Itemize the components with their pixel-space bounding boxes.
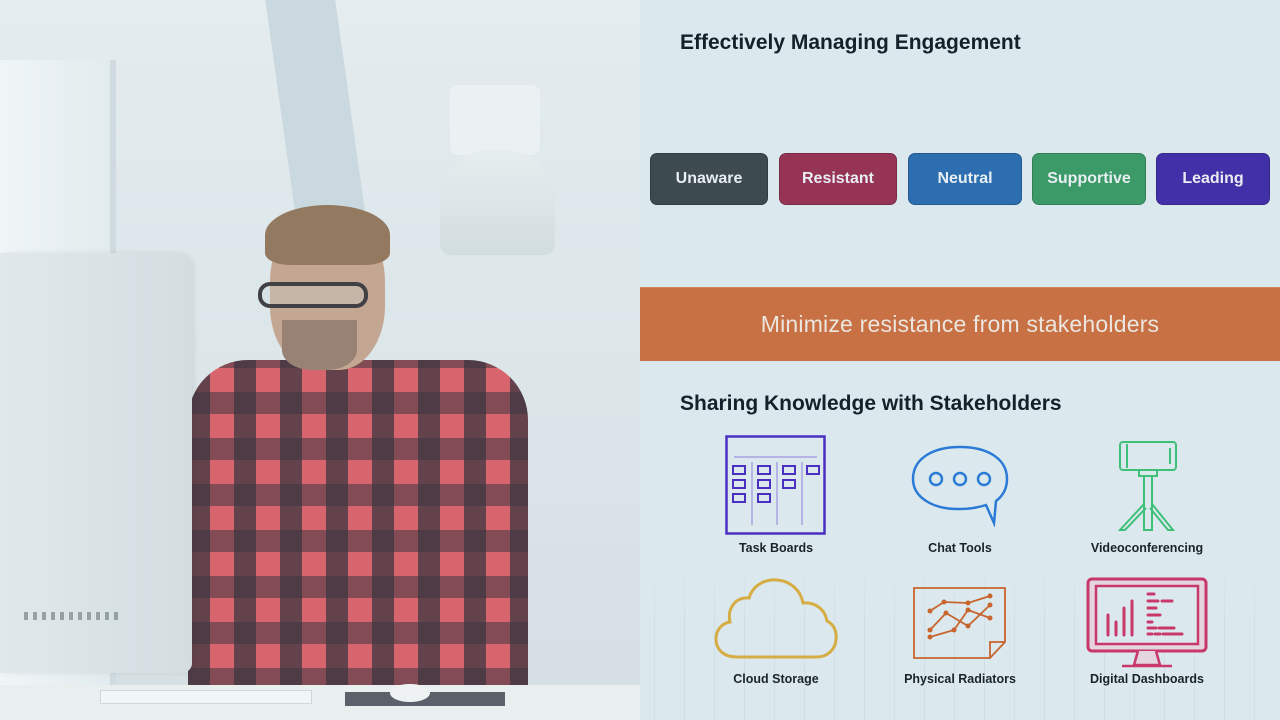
key-message-banner: Minimize resistance from stakeholders	[640, 287, 1280, 361]
chat-bubble-icon	[911, 445, 1009, 527]
tool-physical-radiators: Physical Radiators	[870, 586, 1050, 692]
tool-label: Digital Dashboards	[1090, 672, 1204, 686]
tool-label: Cloud Storage	[733, 672, 819, 686]
stage-label: Supportive	[1047, 170, 1131, 187]
tool-label: Task Boards	[738, 541, 814, 555]
tool-videoconferencing: Videoconferencing	[1057, 440, 1237, 560]
tool-digital-dashboards: Digital Dashboards	[1057, 577, 1237, 692]
photo-tint	[0, 0, 640, 720]
knowledge-title: Sharing Knowledge with Stakeholders	[680, 392, 1062, 415]
stage-supportive[interactable]: Supportive	[1032, 153, 1146, 205]
tool-label: Physical Radiators	[904, 672, 1016, 686]
banner-text: Minimize resistance from stakeholders	[760, 311, 1160, 337]
stage-label: Leading	[1182, 170, 1244, 187]
stage-label: Unaware	[675, 170, 743, 187]
line-chart-paper-icon	[913, 587, 1006, 659]
cloud-icon	[714, 578, 838, 659]
engagement-stages: Unaware Resistant Neutral Supportive Lea…	[650, 153, 1270, 207]
hero-photo	[0, 0, 640, 720]
monitor-dashboard-icon	[1086, 577, 1208, 668]
phone-tripod-icon	[1117, 441, 1177, 531]
stage-label: Resistant	[801, 170, 875, 187]
content-panel: Effectively Managing Engagement Unaware …	[640, 0, 1280, 720]
stage-label: Neutral	[937, 170, 993, 187]
tool-label: Chat Tools	[928, 541, 992, 555]
stage-unaware[interactable]: Unaware	[650, 153, 768, 205]
tool-chat-tools: Chat Tools	[870, 445, 1050, 560]
tool-cloud-storage: Cloud Storage	[686, 577, 866, 692]
tool-label: Videoconferencing	[1090, 541, 1204, 555]
stage-neutral[interactable]: Neutral	[908, 153, 1022, 205]
engagement-title: Effectively Managing Engagement	[680, 31, 1021, 54]
stage-leading[interactable]: Leading	[1156, 153, 1270, 205]
task-board-icon	[725, 435, 826, 535]
stage-resistant[interactable]: Resistant	[779, 153, 897, 205]
tool-task-boards: Task Boards	[686, 435, 866, 560]
